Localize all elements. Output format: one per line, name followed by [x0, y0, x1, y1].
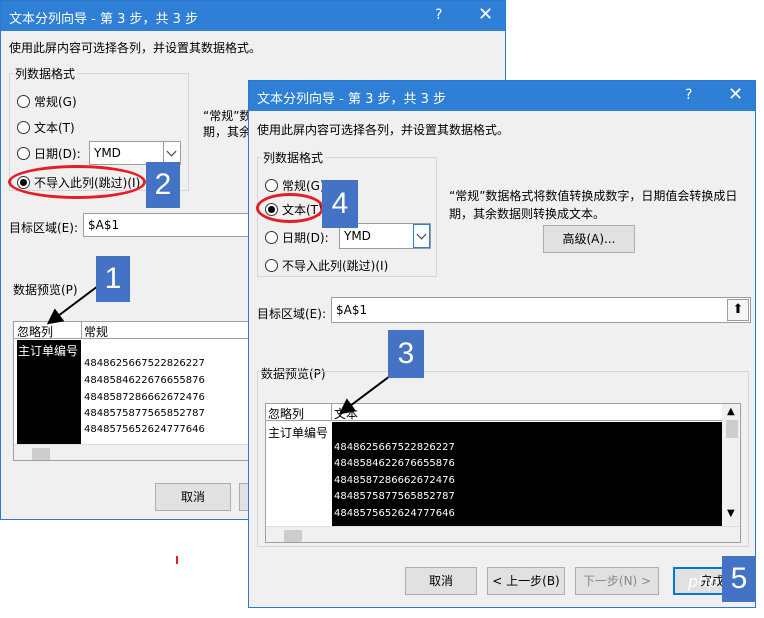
- back-radio-date-label: 日期(D):: [34, 147, 81, 161]
- front-preview-value: 4848575877565852787: [334, 491, 455, 502]
- front-radio-date[interactable]: [265, 231, 278, 244]
- back-preview-label: 数据预览(P): [13, 283, 78, 297]
- back-cancel-button[interactable]: 取消: [155, 483, 231, 511]
- step-badge-2: 2: [146, 162, 180, 208]
- back-close-button[interactable]: ✕: [478, 4, 493, 25]
- back-target-label: 目标区域(E):: [9, 221, 78, 235]
- front-preview-value: 4848584622676655876: [334, 458, 455, 469]
- step-badge-3: 3: [388, 330, 424, 378]
- step-badge-4: 4: [322, 180, 358, 228]
- chevron-down-icon[interactable]: [163, 142, 180, 164]
- front-preview-value: 4848587286662672476: [334, 475, 455, 486]
- front-preview-value: 4848625667522826227: [334, 442, 455, 453]
- next-step-button[interactable]: 下一步(N) >: [575, 567, 659, 595]
- chevron-down-icon[interactable]: ▼: [727, 508, 735, 519]
- front-preview-hscroll[interactable]: [266, 526, 740, 542]
- back-help-button[interactable]: ?: [435, 7, 442, 23]
- back-preview-value: 4848575652624777646: [84, 424, 205, 435]
- front-cancel-button[interactable]: 取消: [405, 567, 477, 595]
- front-preview-value: 4848575652624777646: [334, 508, 455, 519]
- back-date-value: YMD: [94, 146, 121, 160]
- back-radio-general[interactable]: [17, 95, 30, 108]
- front-radio-date-label: 日期(D):: [282, 231, 329, 245]
- front-preview-header-ignore: 忽略列: [268, 407, 305, 421]
- front-instruction: 使用此屏内容可选择各列，并设置其数据格式。: [257, 123, 510, 137]
- front-preview-vscroll[interactable]: ▲ ▼: [722, 404, 740, 526]
- back-preview-ignored-column: 主订单编号: [17, 340, 81, 460]
- prev-step-button[interactable]: < 上一步(B): [487, 567, 565, 595]
- front-description-line2: 期，其余数据则转换成文本。: [449, 207, 606, 221]
- back-preview-value: 4848587286662672476: [84, 392, 205, 403]
- back-radio-text[interactable]: [17, 121, 30, 134]
- back-instruction: 使用此屏内容可选择各列，并设置其数据格式。: [9, 41, 262, 55]
- back-target-value: $A$1: [88, 218, 120, 232]
- red-mark: [176, 556, 178, 564]
- back-preview-value: 4848625667522826227: [84, 358, 205, 369]
- front-preview-first-cell: 主订单编号: [268, 426, 329, 440]
- back-preview-value: 4848584622676655876: [84, 375, 205, 386]
- front-help-button[interactable]: ?: [685, 87, 692, 103]
- front-radio-general-label: 常规(G): [282, 179, 325, 193]
- back-radio-date[interactable]: [17, 147, 30, 160]
- front-preview-header: 忽略列 文本: [266, 404, 722, 421]
- highlight-text-option: [256, 193, 324, 223]
- front-dialog: 文本分列向导 - 第 3 步，共 3 步 ? ✕ 使用此屏内容可选择各列，并设置…: [248, 80, 756, 608]
- front-title: 文本分列向导 - 第 3 步，共 3 步: [257, 92, 447, 107]
- watermark: php: [688, 572, 719, 591]
- front-description-line1: “常规”数据格式将数值转换成数字，日期值会转换成日: [449, 189, 738, 203]
- back-preview-box[interactable]: 忽略列 常规 主订单编号 4848625667522826227 4848584…: [13, 321, 263, 461]
- back-preview-hscroll-thumb[interactable]: [32, 448, 50, 460]
- chevron-down-icon[interactable]: [413, 224, 430, 248]
- front-preview-header-text: 文本: [334, 407, 359, 421]
- front-close-button[interactable]: ✕: [728, 84, 743, 105]
- front-preview-box[interactable]: 忽略列 文本 主订单编号 4848625667522826227 4848584…: [265, 403, 741, 543]
- front-radio-general[interactable]: [265, 179, 278, 192]
- back-preview-header: 忽略列 常规: [14, 322, 262, 339]
- highlight-skip-option: [8, 165, 146, 199]
- front-target-input[interactable]: $A$1: [331, 297, 751, 323]
- front-preview-vscroll-thumb[interactable]: [726, 420, 738, 438]
- back-preview-header-ignore: 忽略列: [17, 325, 54, 339]
- step-badge-5: 5: [722, 556, 756, 602]
- back-radio-general-label: 常规(G): [34, 95, 77, 109]
- front-target-value: $A$1: [336, 303, 368, 317]
- front-title-bar: 文本分列向导 - 第 3 步，共 3 步 ? ✕: [249, 81, 755, 111]
- chevron-up-icon[interactable]: ▲: [727, 406, 735, 417]
- back-title: 文本分列向导 - 第 3 步，共 3 步: [9, 12, 199, 27]
- range-select-icon[interactable]: ⬆: [727, 299, 749, 321]
- front-format-group-title: 列数据格式: [261, 149, 326, 166]
- back-radio-text-label: 文本(T): [34, 121, 75, 135]
- back-preview-value: 4848575877565852787: [84, 408, 205, 419]
- front-preview-hscroll-thumb[interactable]: [284, 530, 302, 542]
- back-preview-hscroll[interactable]: [14, 444, 262, 460]
- front-target-label: 目标区域(E):: [257, 307, 326, 321]
- back-title-bar: 文本分列向导 - 第 3 步，共 3 步 ? ✕: [1, 1, 505, 31]
- front-radio-skip[interactable]: [265, 259, 278, 272]
- step-badge-1: 1: [96, 256, 130, 302]
- back-preview-header-general: 常规: [84, 325, 109, 339]
- back-target-input[interactable]: $A$1: [83, 213, 263, 237]
- back-format-group-title: 列数据格式: [13, 65, 78, 82]
- front-date-value: YMD: [344, 229, 371, 243]
- front-radio-skip-label: 不导入此列(跳过)(I): [282, 259, 389, 273]
- advanced-button[interactable]: 高级(A)...: [543, 225, 635, 253]
- back-preview-first-cell: 主订单编号: [18, 344, 79, 358]
